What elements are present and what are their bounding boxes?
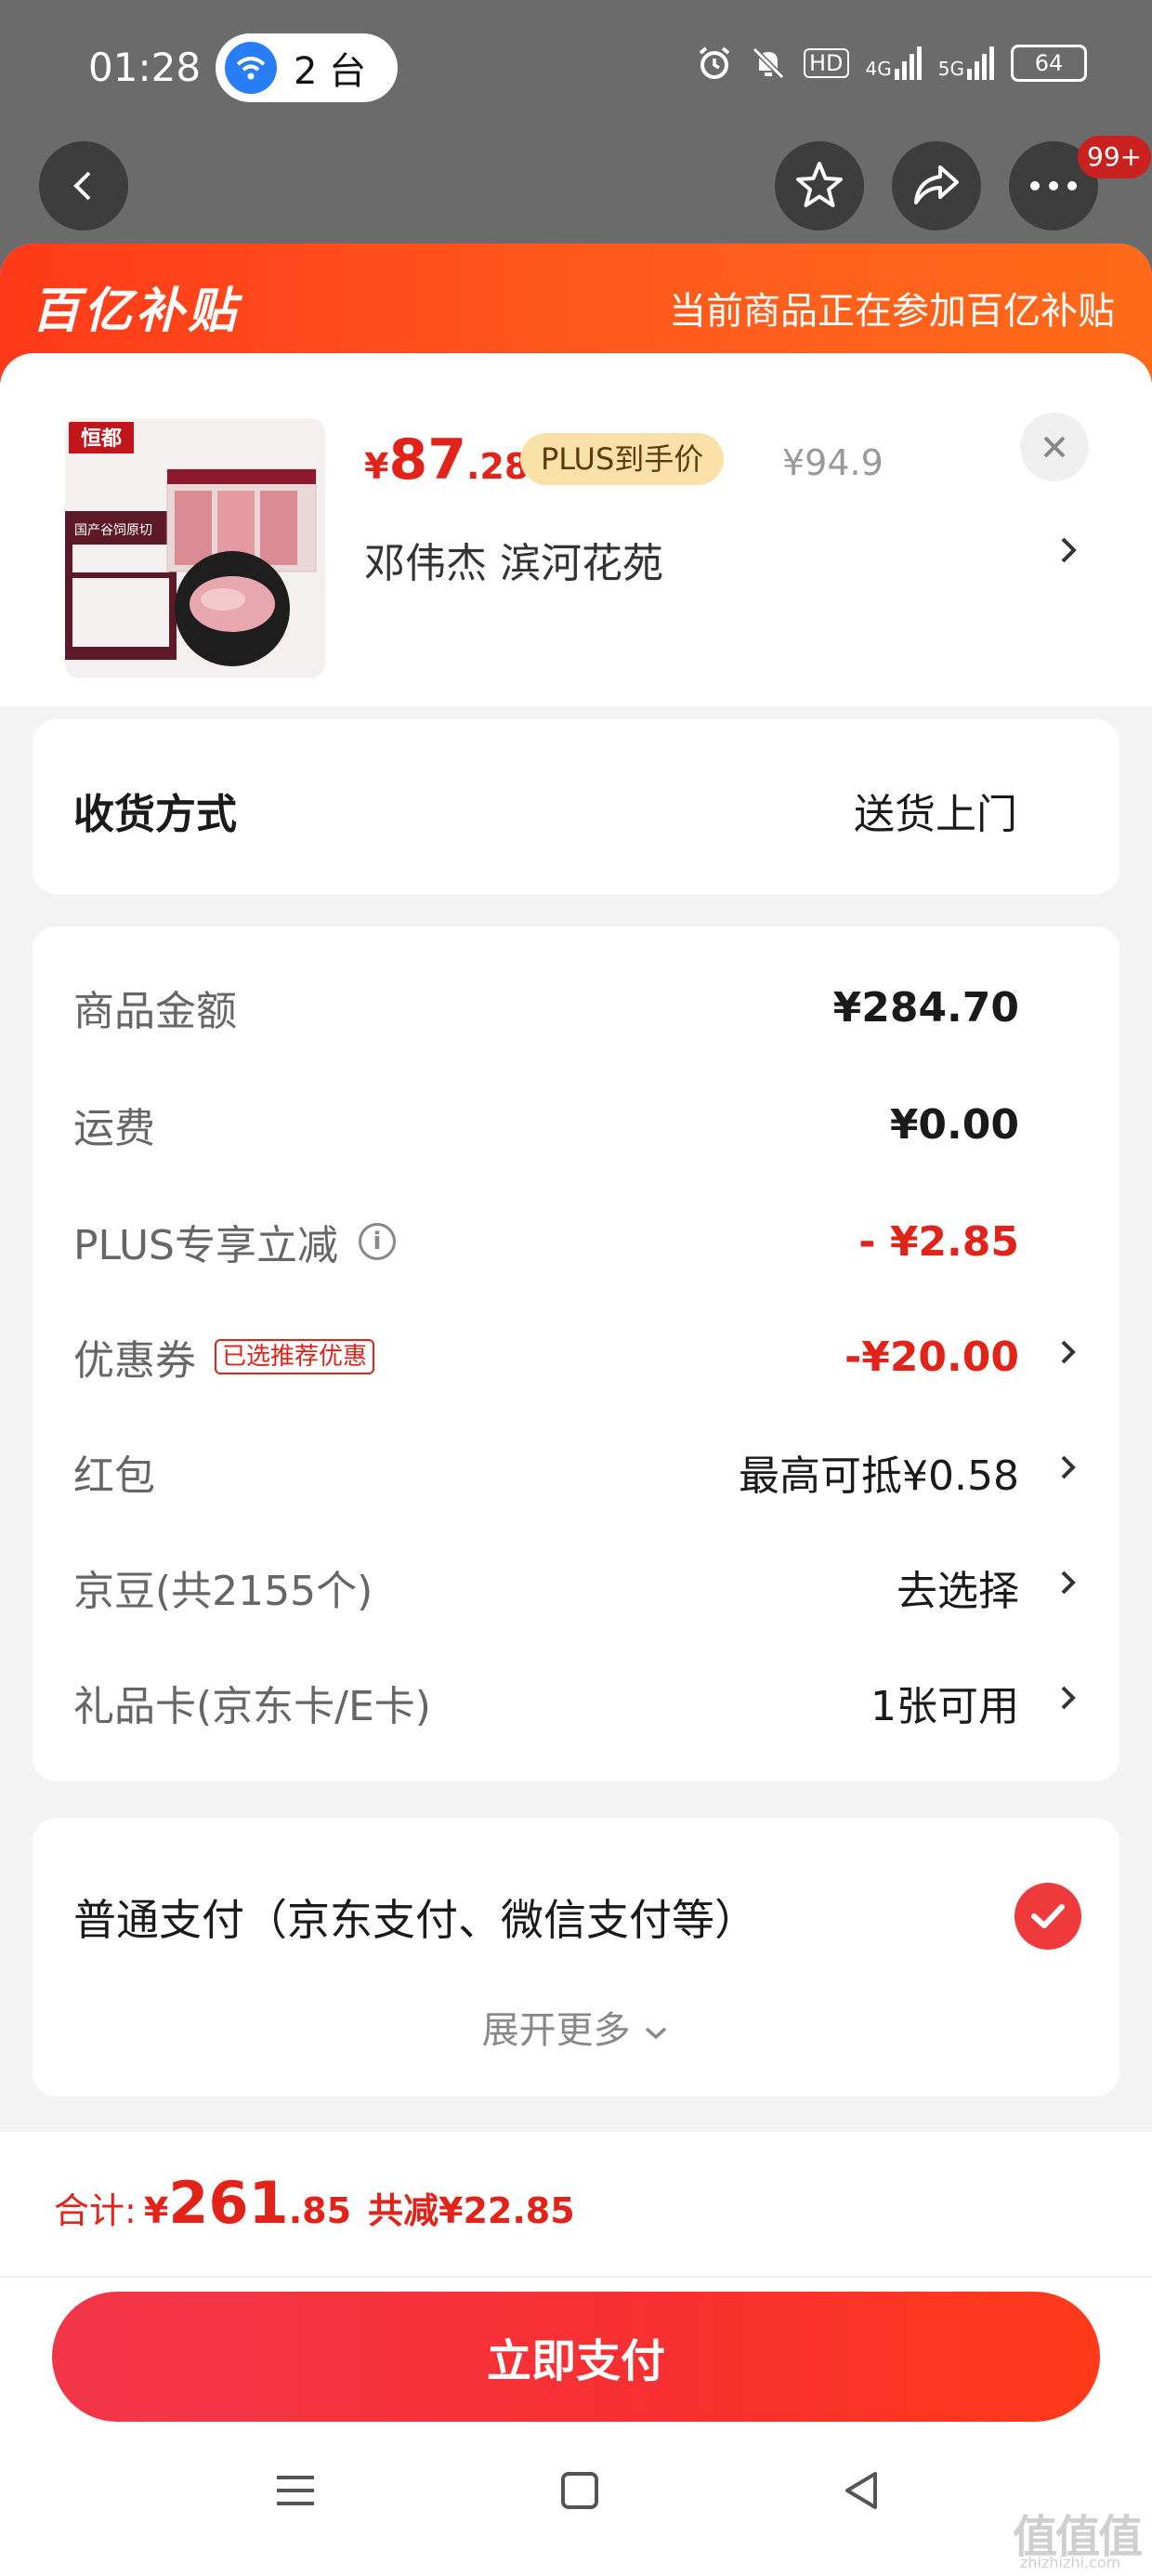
back-triangle-icon (845, 2472, 877, 2509)
signal-4g-icon: 4G (866, 46, 922, 80)
more-dots-icon (1030, 181, 1077, 191)
total-amount: 261 (168, 2169, 289, 2237)
home-nav-button[interactable] (557, 2468, 602, 2517)
chevron-down-icon (646, 2027, 667, 2040)
coupon-recommend-tag: 已选推荐优惠 (215, 1339, 375, 1374)
product-brand: 恒都 (81, 427, 122, 451)
chevron-right-icon (1058, 1681, 1079, 1724)
jingdou-value: 去选择 (897, 1568, 1019, 1615)
status-time: 01:28 (88, 45, 202, 90)
expand-more-button[interactable]: 展开更多 (33, 2000, 1119, 2054)
fee-row-plus: PLUS专享立减 i - ¥2.85 (73, 1217, 1019, 1270)
back-nav-button[interactable] (840, 2468, 884, 2517)
fees-card: 商品金额 ¥284.70 运费 ¥0.00 PLUS专享立减 i - ¥2.85… (33, 927, 1119, 1781)
total-label: 合计: (54, 2190, 137, 2231)
subsidy-logo: 百亿补贴 (32, 283, 241, 339)
payment-card: 普通支付（京东支付、微信支付等） 展开更多 (33, 1818, 1119, 2096)
fee-row-jingdou[interactable]: 京豆(共2155个) 去选择 (73, 1555, 1079, 1620)
total-summary: 合计: ¥ 261 .85 共减¥22.85 (54, 2169, 575, 2237)
hotspot-indicator[interactable]: 2 台 (216, 33, 398, 102)
payment-method-label[interactable]: 普通支付（京东支付、微信支付等） (73, 1886, 757, 1948)
status-bar: 01:28 2 台 HD 4G 5G 64 (0, 0, 1152, 139)
chevron-right-icon (1058, 1451, 1079, 1493)
mute-bell-icon (752, 46, 785, 80)
hotspot-icon (225, 42, 277, 94)
battery-icon: 64 (1011, 45, 1087, 82)
favorite-button[interactable] (775, 141, 864, 230)
signal-5g-icon: 5G (938, 46, 994, 80)
info-icon[interactable]: i (359, 1223, 396, 1260)
shipping-address[interactable]: 邓伟杰 滨河花苑 (364, 530, 663, 589)
giftcard-value: 1张可用 (871, 1683, 1019, 1730)
back-button[interactable] (39, 141, 128, 230)
chevron-right-icon (1058, 1566, 1079, 1609)
goods-amount: ¥284.70 (832, 983, 1019, 1032)
fee-row-coupon[interactable]: 优惠券 已选推荐优惠 -¥20.00 (73, 1324, 1079, 1389)
total-saved: 共减¥22.85 (368, 2190, 575, 2231)
chevron-left-icon (73, 171, 91, 201)
check-icon (1031, 1904, 1065, 1928)
product-image[interactable]: 恒都 国产谷饲原切 (65, 418, 325, 678)
menu-nav-button[interactable] (273, 2468, 318, 2517)
pay-now-button[interactable]: 立即支付 (52, 2292, 1100, 2422)
status-icons: HD 4G 5G 64 (696, 45, 1087, 82)
notification-badge: 99+ (1078, 136, 1152, 178)
delivery-value: 送货上门 (854, 791, 1017, 838)
coupon-discount: -¥20.00 (844, 1333, 1019, 1381)
hd-icon: HD (804, 48, 849, 78)
delivery-card[interactable]: 收货方式 送货上门 (33, 719, 1119, 894)
plus-discount: - ¥2.85 (858, 1217, 1019, 1266)
package-title: 国产谷饲原切 (74, 523, 152, 538)
hotspot-count: 2 台 (294, 50, 367, 93)
fee-row-giftcard[interactable]: 礼品卡(京东卡/E卡) 1张可用 (73, 1670, 1079, 1735)
close-icon (1043, 436, 1066, 458)
shipping-fee: ¥0.00 (889, 1100, 1019, 1149)
payment-selected-checkbox[interactable] (1015, 1883, 1081, 1950)
watermark-url: zhizhizhi.com (1020, 2554, 1121, 2571)
subsidy-text: 当前商品正在参加百亿补贴 (669, 290, 1115, 333)
product-price: ¥ 87 .28 (364, 427, 530, 493)
share-button[interactable] (892, 141, 981, 230)
home-square-icon (561, 2472, 598, 2509)
chevron-right-icon[interactable] (1057, 532, 1080, 578)
original-price: ¥94.9 (782, 442, 884, 483)
fee-row-redpacket[interactable]: 红包 最高可抵¥0.58 (73, 1439, 1079, 1505)
chevron-right-icon (1058, 1335, 1079, 1378)
plus-price-tag: PLUS到手价 (520, 433, 725, 485)
star-icon (796, 162, 843, 207)
fee-row-goods: 商品金额 ¥284.70 (73, 983, 1019, 1036)
product-card: 恒都 国产谷饲原切 ¥ 87 .28 PLUS到手价 ¥94.9 邓伟杰 滨河花… (0, 353, 1152, 706)
redpacket-value: 最高可抵¥0.58 (739, 1452, 1019, 1500)
delivery-label: 收货方式 (73, 791, 237, 838)
fee-row-shipping: 运费 ¥0.00 (73, 1100, 1019, 1153)
menu-icon (277, 2476, 314, 2505)
alarm-icon (699, 46, 730, 79)
share-icon (914, 165, 959, 204)
close-button[interactable] (1020, 413, 1089, 481)
divider (0, 2276, 1152, 2278)
